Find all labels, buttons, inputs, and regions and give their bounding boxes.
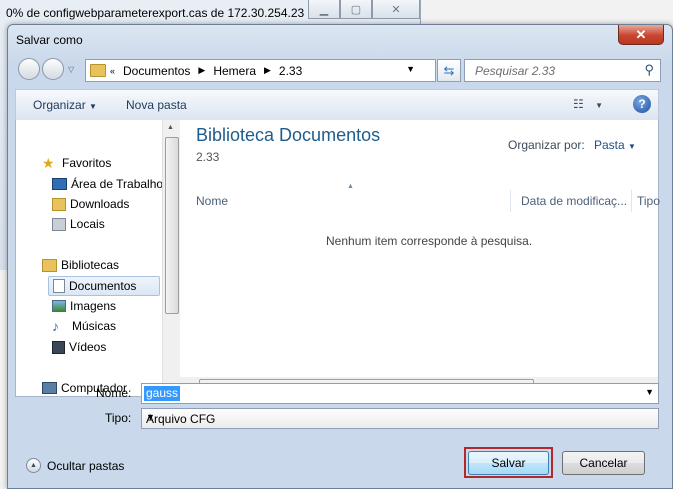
- search-box[interactable]: ⚲: [464, 59, 661, 82]
- overflow-chevron-icon[interactable]: «: [110, 66, 115, 76]
- desktop-icon: [52, 178, 67, 190]
- nav-desktop[interactable]: Área de Trabalho: [52, 177, 162, 191]
- save-as-dialog: Salvar como ✕ ▽ « Documentos ▶ Hemera ▶ …: [7, 24, 673, 489]
- documents-icon: [53, 279, 65, 293]
- minimize-icon[interactable]: ▁: [308, 0, 340, 19]
- dialog-title: Salvar como: [16, 33, 83, 47]
- nav-label: Locais: [70, 217, 105, 231]
- dialog-close-button[interactable]: ✕: [618, 25, 664, 45]
- downloads-folder-icon: [52, 197, 66, 211]
- library-subtitle: 2.33: [196, 150, 220, 164]
- breadcrumb-separator-icon[interactable]: ▶: [264, 65, 271, 76]
- scroll-thumb[interactable]: [165, 137, 179, 314]
- libraries-icon: [42, 258, 57, 272]
- close-icon: ✕: [635, 26, 647, 42]
- column-header-date-modified[interactable]: Data de modificaç...: [521, 194, 627, 208]
- breadcrumb-233[interactable]: 2.33: [279, 64, 302, 78]
- recent-locations-chevron-icon[interactable]: ▽: [68, 65, 74, 74]
- videos-icon: [52, 340, 65, 354]
- search-icon[interactable]: ⚲: [644, 62, 654, 78]
- chevron-down-icon[interactable]: ▼: [645, 387, 654, 397]
- chevron-down-icon: ▼: [89, 102, 97, 111]
- breadcrumb-documentos[interactable]: Documentos: [123, 64, 190, 78]
- address-bar[interactable]: « Documentos ▶ Hemera ▶ 2.33 ▼: [85, 59, 436, 82]
- music-icon: ♪: [52, 318, 59, 334]
- nav-label: Imagens: [70, 299, 117, 313]
- nav-label: Documentos: [69, 279, 137, 293]
- nav-label: Músicas: [72, 319, 117, 333]
- file-type-select[interactable]: Arquivo CFG ▼: [141, 408, 659, 429]
- star-icon: ★: [42, 155, 55, 171]
- column-divider[interactable]: [510, 190, 511, 212]
- breadcrumb-separator-icon[interactable]: ▶: [198, 65, 205, 76]
- forward-button[interactable]: [42, 58, 64, 80]
- help-button[interactable]: ?: [633, 95, 651, 113]
- nav-favorites[interactable]: ★ Favoritos: [42, 156, 111, 170]
- pictures-icon: [52, 300, 66, 312]
- column-header-type[interactable]: Tipo: [637, 194, 660, 208]
- save-button[interactable]: Salvar: [468, 451, 549, 475]
- nav-places[interactable]: Locais: [52, 217, 105, 231]
- navigation-pane: ★ Favoritos Área de Trabalho Downloads L…: [16, 120, 162, 396]
- hide-folders-toggle[interactable]: ▲ Ocultar pastas: [26, 458, 124, 473]
- nav-pictures[interactable]: Imagens: [52, 299, 116, 313]
- cancel-button[interactable]: Cancelar: [562, 451, 645, 475]
- computer-icon: [42, 382, 57, 394]
- address-dropdown-icon[interactable]: ▼: [406, 64, 415, 74]
- new-folder-button[interactable]: Nova pasta: [126, 98, 187, 112]
- nav-label: Bibliotecas: [61, 258, 120, 272]
- column-header-name[interactable]: Nome: [196, 194, 228, 208]
- chevron-down-icon: ▼: [595, 101, 604, 110]
- empty-message: Nenhum item corresponde à pesquisa.: [326, 234, 533, 248]
- file-name-value[interactable]: gauss: [144, 386, 181, 401]
- nav-label: Favoritos: [62, 156, 112, 170]
- nav-documents[interactable]: Documentos: [48, 276, 160, 296]
- background-window-title: 0% de configwebparameterexport.cas de 17…: [6, 6, 318, 20]
- organize-label: Organizar: [33, 98, 86, 112]
- name-label: Nome:: [96, 386, 132, 400]
- history-nav: ▽: [18, 58, 74, 80]
- places-icon: [52, 217, 66, 231]
- close-icon[interactable]: ✕: [372, 0, 420, 19]
- nav-music[interactable]: ♪ Músicas: [52, 319, 116, 333]
- nav-label: Área de Trabalho: [71, 177, 162, 191]
- nav-videos[interactable]: Vídeos: [52, 340, 106, 354]
- sort-ascending-icon: ▲: [347, 183, 354, 190]
- file-browser: ★ Favoritos Área de Trabalho Downloads L…: [15, 120, 660, 397]
- back-button[interactable]: [18, 58, 40, 80]
- nav-vertical-scrollbar[interactable]: ▲ ▼: [162, 120, 180, 396]
- type-label: Tipo:: [105, 411, 132, 425]
- command-toolbar: Organizar ▼ Nova pasta ☷ ▼ ?: [15, 89, 659, 121]
- main-pane: Biblioteca Documentos 2.33 Organizar por…: [179, 120, 660, 396]
- hide-folders-label: Ocultar pastas: [47, 458, 125, 473]
- arrange-by-dropdown[interactable]: Pasta ▼: [594, 138, 636, 152]
- nav-label: Vídeos: [69, 340, 107, 354]
- background-window-controls: ▁ ▢ ✕: [308, 0, 420, 19]
- breadcrumb-hemera[interactable]: Hemera: [213, 64, 256, 78]
- folder-icon: [90, 64, 106, 77]
- view-options-button[interactable]: ☷ ▼: [573, 97, 603, 111]
- file-name-field[interactable]: gauss ▼: [141, 383, 659, 404]
- arrange-by-value: Pasta: [594, 138, 625, 152]
- refresh-button[interactable]: ⇆: [437, 59, 461, 82]
- nav-label: Downloads: [70, 197, 130, 211]
- maximize-icon[interactable]: ▢: [340, 0, 372, 19]
- arrange-by-label: Organizar por:: [508, 138, 585, 152]
- library-title: Biblioteca Documentos: [196, 125, 381, 145]
- nav-downloads[interactable]: Downloads: [52, 197, 129, 211]
- scroll-up-icon[interactable]: ▲: [167, 124, 174, 131]
- help-icon: ?: [638, 97, 646, 111]
- chevron-down-icon: ▼: [628, 142, 636, 151]
- organize-menu[interactable]: Organizar ▼: [33, 98, 97, 112]
- column-header-row: ▲ Nome Data de modificaç... Tipo: [189, 183, 660, 212]
- nav-libraries[interactable]: Bibliotecas: [42, 258, 119, 272]
- refresh-icon: ⇆: [443, 62, 455, 78]
- chevron-down-icon: ▼: [146, 412, 155, 422]
- search-input[interactable]: [473, 62, 637, 79]
- column-divider[interactable]: [631, 190, 632, 212]
- chevron-up-icon: ▲: [26, 458, 41, 473]
- details-view-icon: ☷: [573, 97, 584, 111]
